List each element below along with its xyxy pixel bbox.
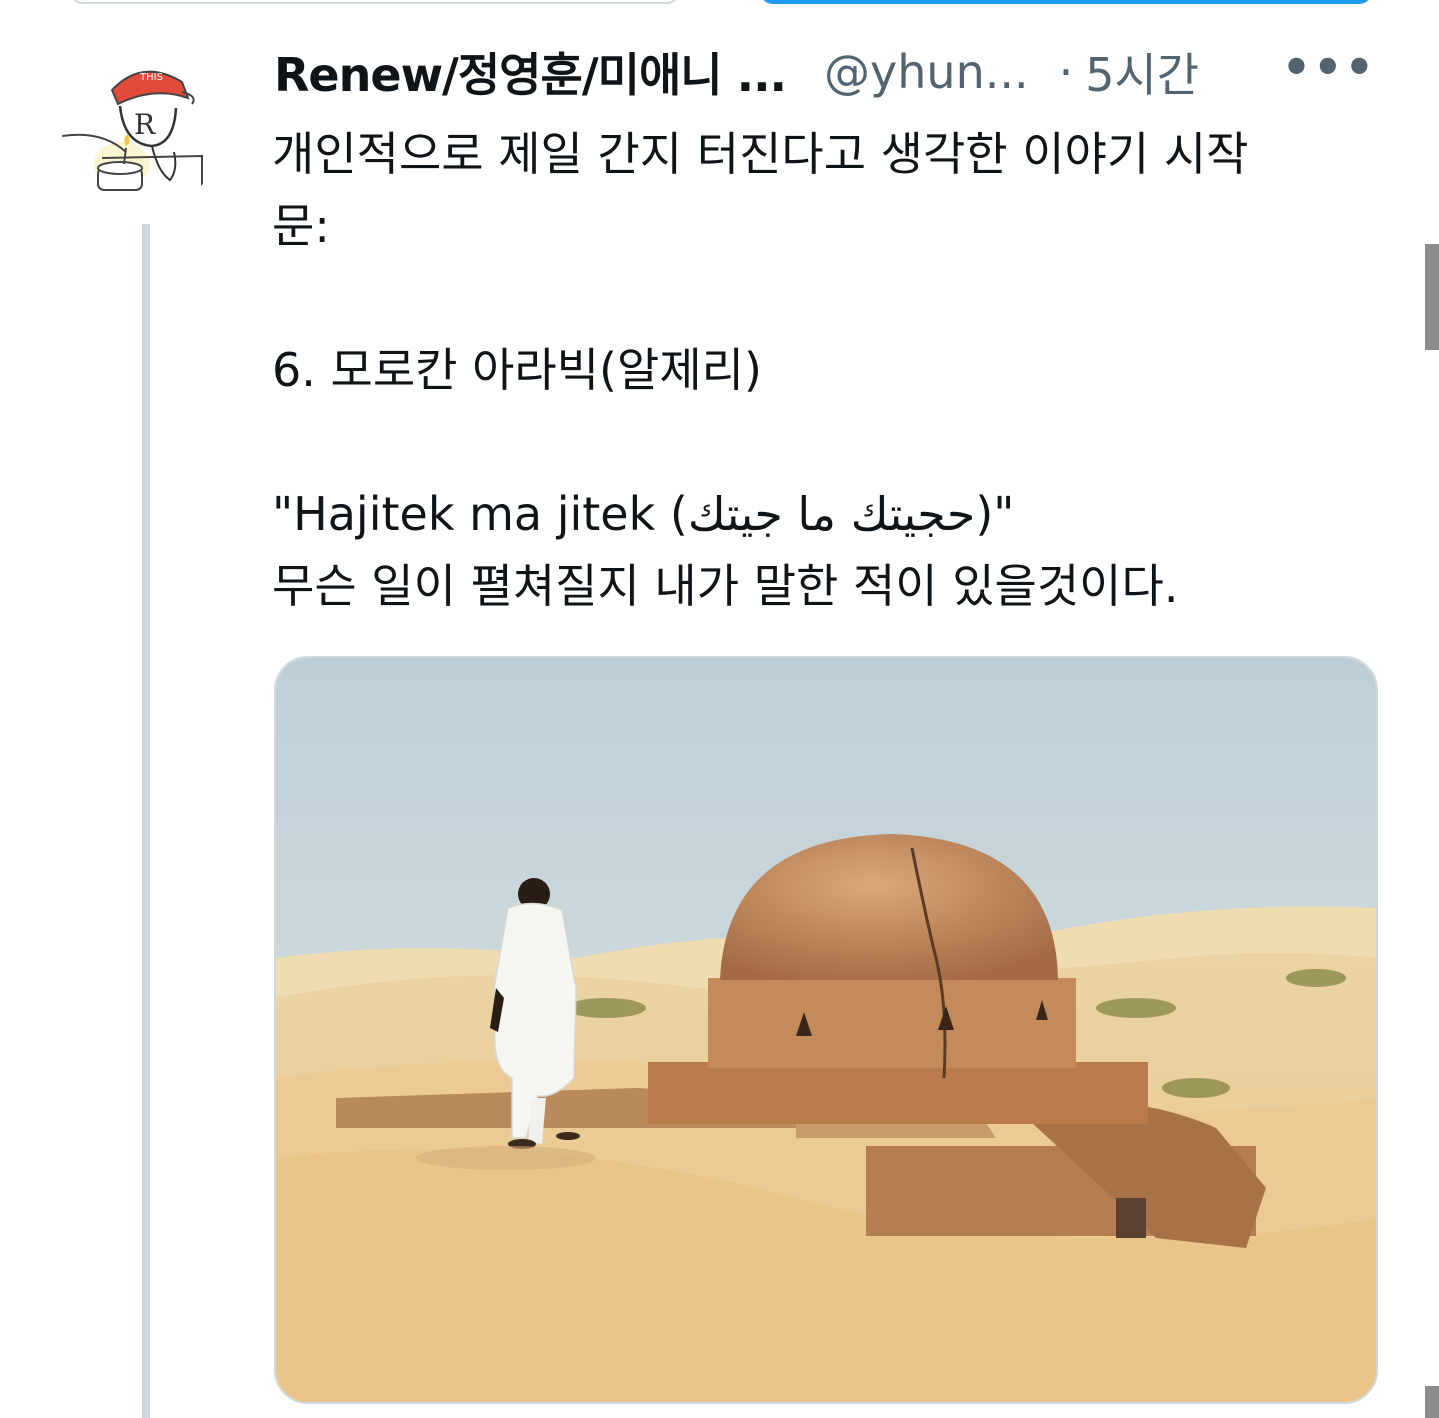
cartoon-avatar-icon: THIS R — [62, 52, 222, 212]
svg-text:THIS: THIS — [139, 72, 163, 83]
svg-text:R: R — [134, 108, 156, 141]
scrollbar-thumb[interactable] — [1425, 244, 1439, 350]
display-name[interactable]: Renew/정영훈/미애니 ... — [274, 39, 787, 105]
top-tab-left[interactable] — [70, 0, 680, 4]
tweet-body: 개인적으로 제일 간지 터진다고 생각한 이야기 시작문: 6. 모로칸 아라빅… — [272, 118, 1382, 622]
more-horizontal-icon[interactable]: ••• — [1282, 40, 1376, 94]
tweet-timestamp[interactable]: 5시간 — [1085, 39, 1199, 105]
tweet-text-line: 개인적으로 제일 간지 터진다고 생각한 이야기 시작 — [272, 127, 1249, 181]
tweet-text-line: "Hajitek ma jitek (حجيتك ما جيتك)" — [272, 487, 1015, 541]
tweet-text-line: 문: — [272, 199, 330, 253]
avatar[interactable]: THIS R — [62, 52, 222, 212]
tweet-media-image[interactable] — [274, 656, 1378, 1404]
desert-photo — [276, 658, 1376, 1402]
scrollbar-thumb-bottom[interactable] — [1425, 1386, 1439, 1418]
thread-connector-line — [142, 224, 150, 1418]
user-handle[interactable]: @yhun... — [824, 45, 1029, 99]
top-tab-right-active[interactable] — [760, 0, 1372, 4]
tweet-text-line: 6. 모로칸 아라빅(알제리) — [272, 343, 762, 397]
tweet-text-line: 무슨 일이 펼쳐질지 내가 말한 적이 있을것이다. — [272, 559, 1179, 613]
tweet-header: Renew/정영훈/미애니 ... @yhun... · 5시간 ••• — [274, 40, 1384, 104]
separator-dot: · — [1058, 45, 1074, 99]
